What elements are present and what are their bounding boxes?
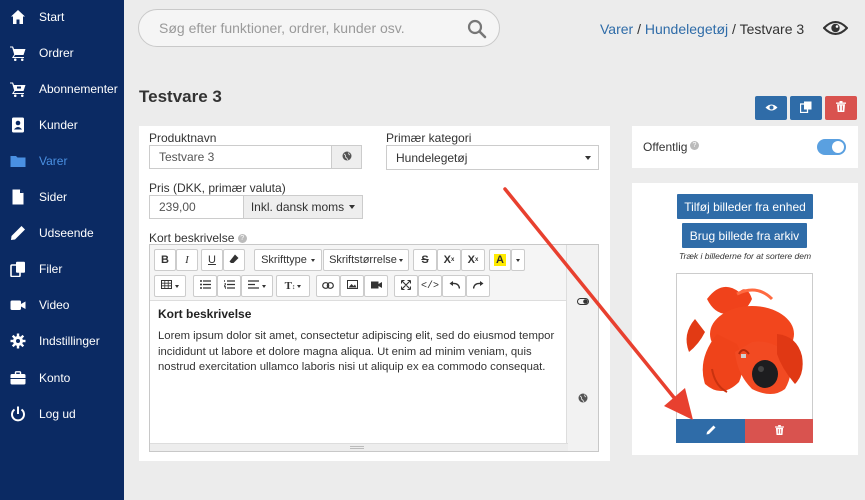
annotation-arrow [503, 187, 693, 420]
